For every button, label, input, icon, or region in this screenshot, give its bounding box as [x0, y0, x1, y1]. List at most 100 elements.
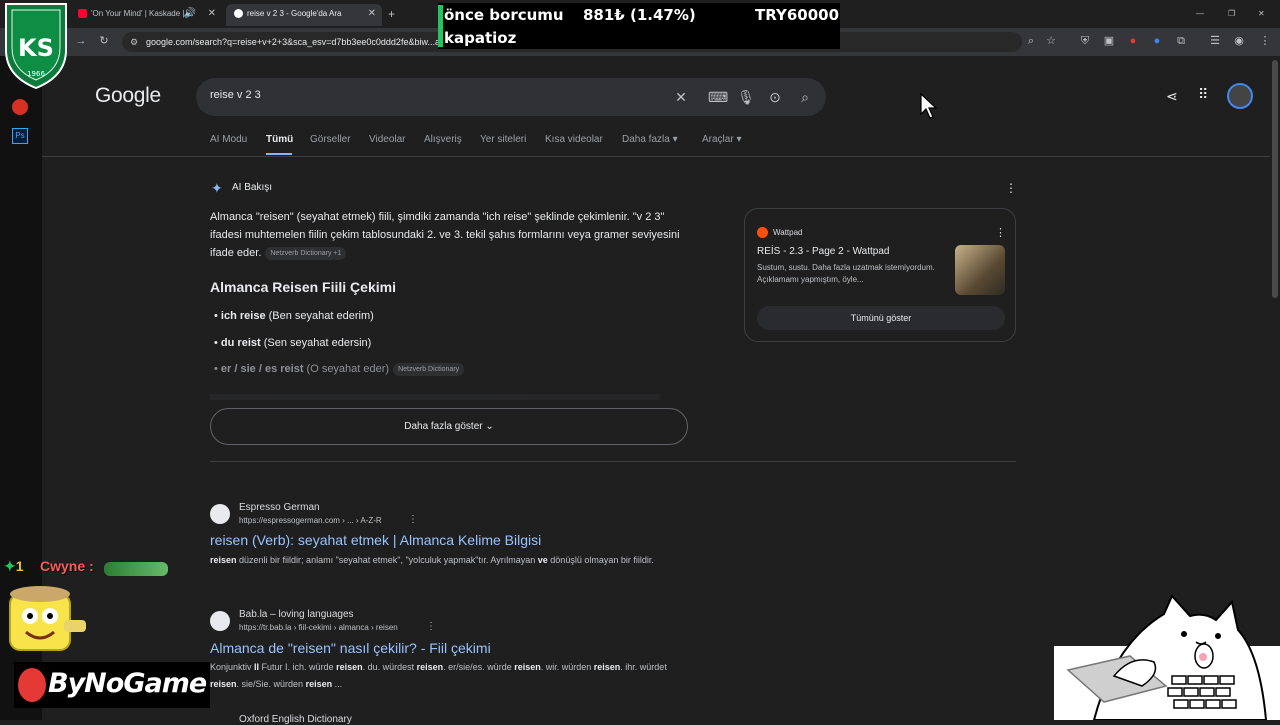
share-icon[interactable]: ⋖ [1166, 88, 1178, 105]
nav-separator [42, 156, 1270, 157]
lens-icon[interactable]: ⊙ [766, 88, 784, 106]
search-query[interactable]: reise v 2 3 [210, 89, 261, 101]
tab-videos[interactable]: Videolar [369, 134, 406, 145]
photoshop-icon: Ps [12, 128, 28, 144]
ticker-line1: önce borcumu [444, 6, 564, 24]
search-box[interactable]: reise v 2 3 ✕ ⌨ 🎙 ⊙ ⌕ [196, 78, 826, 116]
tab-google[interactable]: reise v 2 3 - Google'da Ara ✕ [226, 4, 382, 26]
babla-favicon [210, 611, 230, 631]
result-site-name[interactable]: Bab.la – loving languages [239, 609, 354, 620]
extension-window-icon[interactable]: ▣ [1102, 34, 1116, 48]
apps-grid-icon[interactable]: ⠿ [1198, 86, 1208, 103]
extension-blue-icon[interactable]: ● [1150, 34, 1164, 48]
chrome-icon [12, 99, 28, 115]
bynogame-logo-icon [18, 668, 46, 702]
bynogame-banner: ByNoGame [14, 662, 210, 708]
ticker-accent-bar [438, 5, 443, 47]
result-menu-icon[interactable]: ⋮ [426, 621, 436, 632]
clear-icon[interactable]: ✕ [672, 88, 690, 106]
site-info-icon[interactable]: ⚙ [130, 32, 138, 52]
bookmark-star-icon[interactable]: ☆ [1044, 34, 1058, 48]
sparkle-icon: ✦ [211, 180, 223, 196]
microphone-icon[interactable]: 🎙 [737, 88, 755, 106]
close-tab-icon[interactable]: 🔊 [184, 4, 196, 24]
restore-button[interactable]: ❐ [1228, 4, 1242, 26]
faded-text-line [210, 394, 660, 400]
show-more-button[interactable]: Daha fazla göster ⌄ [210, 408, 688, 445]
ai-overview-paragraph: Almanca "reisen" (seyahat etmek) fiili, … [210, 211, 680, 260]
mouse-cursor-icon [920, 93, 938, 119]
wattpad-icon [757, 227, 768, 238]
extension-red-icon[interactable]: ● [1126, 34, 1140, 48]
google-logo[interactable]: Google [95, 84, 161, 108]
close-tab-icon[interactable]: ✕ [208, 4, 216, 24]
tab-short-videos[interactable]: Kısa videolar [545, 134, 603, 145]
card-snippet: Sustum, sustu. Daha fazla uzatmak istemi… [757, 263, 935, 284]
card-source: Wattpad [773, 228, 803, 237]
donation-ticker: önce borcumu kapatioz 881₺ (1.47%) TRY60… [438, 3, 840, 49]
ai-overview-heading: Almanca Reisen Fiili Çekimi [210, 279, 396, 295]
emblem-year: 1966 [27, 70, 45, 78]
google-g-icon [234, 9, 243, 19]
reading-list-icon[interactable]: ☰ [1208, 34, 1222, 48]
result-snippet: reisen düzenli bir fiildir; anlamı "seya… [210, 555, 654, 565]
card-menu-icon[interactable]: ⋮ [995, 226, 1006, 239]
card-thumbnail [955, 245, 1005, 295]
chat-emote [104, 562, 168, 576]
bullet-item: • ich reise (Ben seyahat ederim) [214, 310, 374, 322]
search-icon[interactable]: ⌕ [796, 88, 814, 106]
extension-shield-icon[interactable]: ⛨ [1078, 34, 1092, 48]
ticker-goal: TRY60000 [755, 6, 840, 24]
ai-overview-menu-icon[interactable]: ⋮ [1005, 181, 1017, 195]
profile-avatar-icon[interactable]: ◉ [1232, 34, 1246, 48]
browser-menu-icon[interactable]: ⋮ [1258, 34, 1272, 48]
bongo-cat [1054, 594, 1280, 720]
extensions-puzzle-icon[interactable]: ⧉ [1174, 34, 1188, 48]
tab-more[interactable]: Daha fazla ▾ [622, 134, 678, 145]
result-title[interactable]: Almanca de "reisen" nasıl çekilir? - Fii… [210, 640, 491, 656]
new-tab-button[interactable]: + [388, 4, 402, 26]
ticker-line2: kapatioz [444, 29, 517, 47]
sponge-emote [9, 586, 86, 651]
source-chip[interactable]: Netzverb Dictionary +1 [265, 246, 347, 260]
emblem-letters: KS [18, 34, 54, 62]
section-separator [210, 461, 1016, 462]
club-emblem: KS 1966 [5, 3, 67, 90]
result-title[interactable]: reisen (Verb): seyahat etmek | Almanca K… [210, 532, 541, 548]
scrollbar-thumb[interactable] [1272, 60, 1278, 298]
chevron-down-icon: ⌄ [485, 421, 494, 432]
espresso-german-favicon [210, 504, 230, 524]
tab-tools[interactable]: Araçlar ▾ [702, 134, 741, 145]
keyboard-icon[interactable]: ⌨ [708, 88, 728, 106]
result-snippet: Konjunktiv II Futur I. ich. würde reisen… [210, 662, 667, 689]
chat-username: Cwyne : [40, 558, 94, 574]
bullet-item: • er / sie / es reist (O seyahat eder) Ne… [214, 360, 465, 378]
ticker-amount: 881₺ (1.47%) [583, 6, 696, 24]
zoom-icon[interactable]: ⌕ [1024, 34, 1038, 48]
result-menu-icon[interactable]: ⋮ [408, 514, 418, 525]
card-title[interactable]: REİS - 2.3 - Page 2 - Wattpad [757, 246, 889, 257]
bynogame-text: ByNoGame [48, 668, 207, 699]
chat-badge: ✦1 [4, 558, 24, 574]
source-chip[interactable]: Netzverb Dictionary [393, 362, 465, 376]
close-tab-icon[interactable]: ✕ [368, 4, 376, 24]
tab-youtube[interactable]: 'On Your Mind' | Kaskade | ... 🔊 ✕ [70, 4, 222, 26]
show-all-button[interactable]: Tümünü göster [757, 306, 1005, 330]
account-avatar[interactable] [1227, 83, 1253, 109]
tab-ai-mode[interactable]: AI Modu [210, 134, 247, 145]
bullet-item: • du reist (Sen seyahat edersin) [214, 337, 372, 349]
tab-title: reise v 2 3 - Google'da Ara [247, 9, 342, 18]
result-url[interactable]: https://espressogerman.com › ... › A-Z-R [239, 516, 382, 525]
result-site-name[interactable]: Espresso German [239, 502, 320, 513]
source-card[interactable]: Wattpad ⋮ REİS - 2.3 - Page 2 - Wattpad … [744, 208, 1016, 342]
tab-images[interactable]: Görseller [310, 134, 351, 145]
tab-all[interactable]: Tümü [266, 134, 293, 145]
forward-icon[interactable]: → [74, 34, 88, 48]
minimize-button[interactable]: — [1196, 4, 1210, 26]
tab-places[interactable]: Yer siteleri [480, 134, 526, 145]
tab-shopping[interactable]: Alışveriş [424, 134, 462, 145]
tab-title: 'On Your Mind' | Kaskade | ... [91, 9, 194, 18]
close-window-button[interactable]: ✕ [1258, 4, 1272, 26]
result-url[interactable]: https://tr.bab.la › fiil-cekimi › almanc… [239, 623, 398, 632]
reload-icon[interactable]: ↻ [97, 34, 111, 48]
